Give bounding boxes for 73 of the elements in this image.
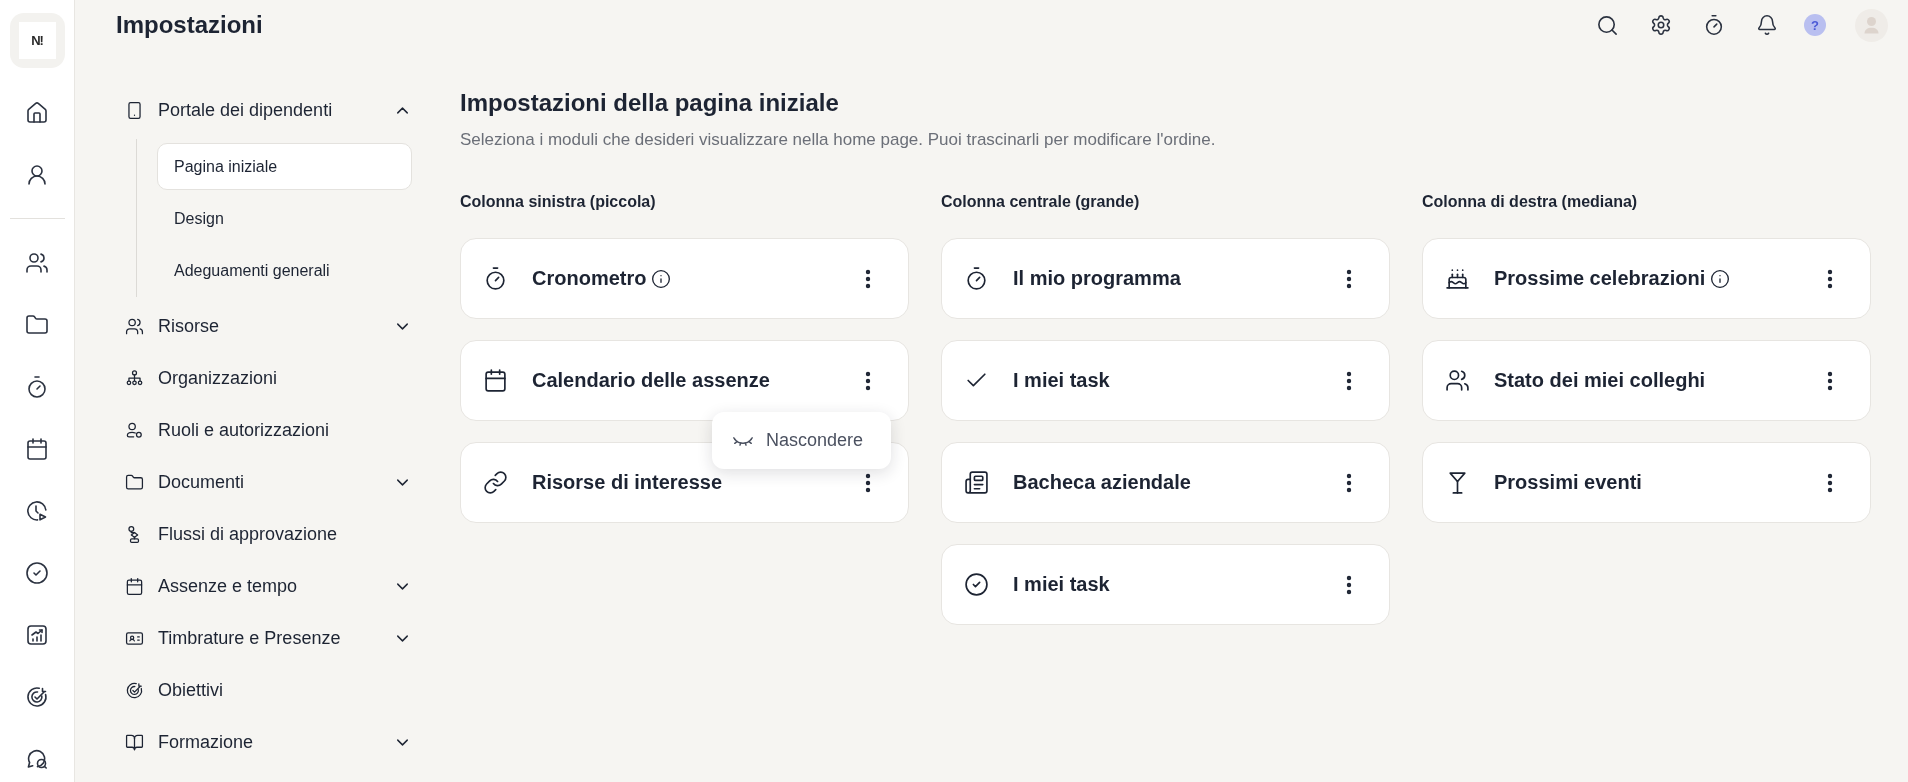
book-icon — [125, 732, 144, 752]
module-card[interactable]: Il mio programma — [941, 238, 1390, 319]
sidebar-item[interactable]: Flussi di approvazione — [125, 508, 412, 560]
calendar-icon[interactable] — [25, 437, 49, 461]
settings-icon[interactable] — [1650, 14, 1672, 36]
sidebar-item[interactable]: Formazione — [125, 716, 412, 768]
link-icon — [483, 470, 508, 495]
module-title: Calendario delle assenze — [532, 369, 770, 392]
module-card[interactable]: I miei task — [941, 544, 1390, 625]
module-card[interactable]: Prossime celebrazioni — [1422, 238, 1871, 319]
module-card[interactable]: Bacheca aziendale — [941, 442, 1390, 523]
target-icon[interactable] — [25, 685, 49, 709]
module-title: Il mio programma — [1013, 267, 1181, 290]
sidebar-item[interactable]: Assenze e tempo — [125, 560, 412, 612]
home-icon[interactable] — [25, 101, 49, 125]
module-card[interactable]: Stato dei miei colleghi — [1422, 340, 1871, 421]
column-heading: Colonna centrale (grande) — [941, 192, 1141, 212]
app-logo: N! — [18, 22, 56, 59]
sidebar-subitem[interactable]: Pagina iniziale — [157, 143, 412, 190]
chat-icon[interactable] — [25, 747, 49, 771]
module-title: Prossimi eventi — [1494, 471, 1642, 494]
sidebar-item[interactable]: Ruoli e autorizzazioni — [125, 404, 412, 456]
stopwatch-icon[interactable] — [25, 375, 49, 399]
module-card[interactable]: Calendario delle assenze — [460, 340, 909, 421]
module-title: Bacheca aziendale — [1013, 471, 1191, 494]
module-title: Cronometro — [532, 267, 647, 290]
column-heading: Colonna di destra (mediana) — [1422, 192, 1639, 212]
newspaper-icon — [964, 470, 989, 495]
users-icon — [125, 316, 144, 336]
clock-play-icon[interactable] — [25, 499, 49, 523]
users-icon — [1445, 368, 1470, 393]
section-title: Impostazioni della pagina iniziale — [460, 88, 840, 118]
folder-icon — [125, 472, 144, 492]
module-card[interactable]: Cronometro — [460, 238, 909, 319]
search-icon[interactable] — [1596, 13, 1619, 37]
module-card[interactable]: I miei task — [941, 340, 1390, 421]
info-icon[interactable] — [651, 268, 672, 289]
sidebar-subitem[interactable]: Design — [157, 195, 412, 242]
notifications-icon[interactable] — [1756, 14, 1778, 36]
sidebar-subitem[interactable]: Adeguamenti generali — [157, 247, 412, 294]
calendar-icon — [483, 368, 508, 393]
user-role-icon — [125, 420, 144, 440]
check-circle-icon — [964, 572, 989, 597]
target-icon — [125, 680, 144, 700]
section-description: Seleziona i moduli che desideri visualizzare nella home page. Puoi trascinarli per modificare l'ordine. — [460, 129, 1217, 151]
module-title: I miei task — [1013, 573, 1110, 596]
users-icon[interactable] — [25, 251, 49, 275]
folder-icon[interactable] — [25, 313, 49, 337]
org-chart-icon — [125, 368, 144, 388]
cake-icon — [1445, 266, 1470, 291]
stopwatch-icon — [483, 266, 508, 291]
sidebar-item[interactable]: Risorse — [125, 300, 412, 352]
info-icon[interactable] — [1710, 268, 1731, 289]
sidebar-item[interactable]: Obiettivi — [125, 664, 412, 716]
module-title: Risorse di interesse — [532, 471, 723, 494]
module-title: Prossime celebrazioni — [1494, 267, 1706, 290]
sidebar-item[interactable]: Documenti — [125, 456, 412, 508]
module-title: I miei task — [1013, 369, 1110, 392]
stopwatch-icon[interactable] — [1703, 14, 1725, 36]
smartphone-icon — [125, 100, 144, 120]
sidebar-item[interactable]: Organizzazioni — [125, 352, 412, 404]
column-heading: Colonna sinistra (piccola) — [460, 192, 657, 212]
check-circle-icon[interactable] — [25, 561, 49, 585]
stopwatch-icon — [964, 266, 989, 291]
calendar-icon — [125, 576, 144, 596]
page-title: Impostazioni — [116, 10, 263, 40]
module-card[interactable]: Prossimi eventi — [1422, 442, 1871, 523]
user-icon[interactable] — [25, 163, 49, 187]
sidebar-item[interactable]: Portale dei dipendenti — [125, 84, 412, 136]
module-title: Stato dei miei colleghi — [1494, 369, 1706, 392]
chart-icon[interactable] — [25, 623, 49, 647]
sidebar-item[interactable]: Timbrature e Presenze — [125, 612, 412, 664]
logo-tile[interactable]: N! — [9, 13, 65, 68]
